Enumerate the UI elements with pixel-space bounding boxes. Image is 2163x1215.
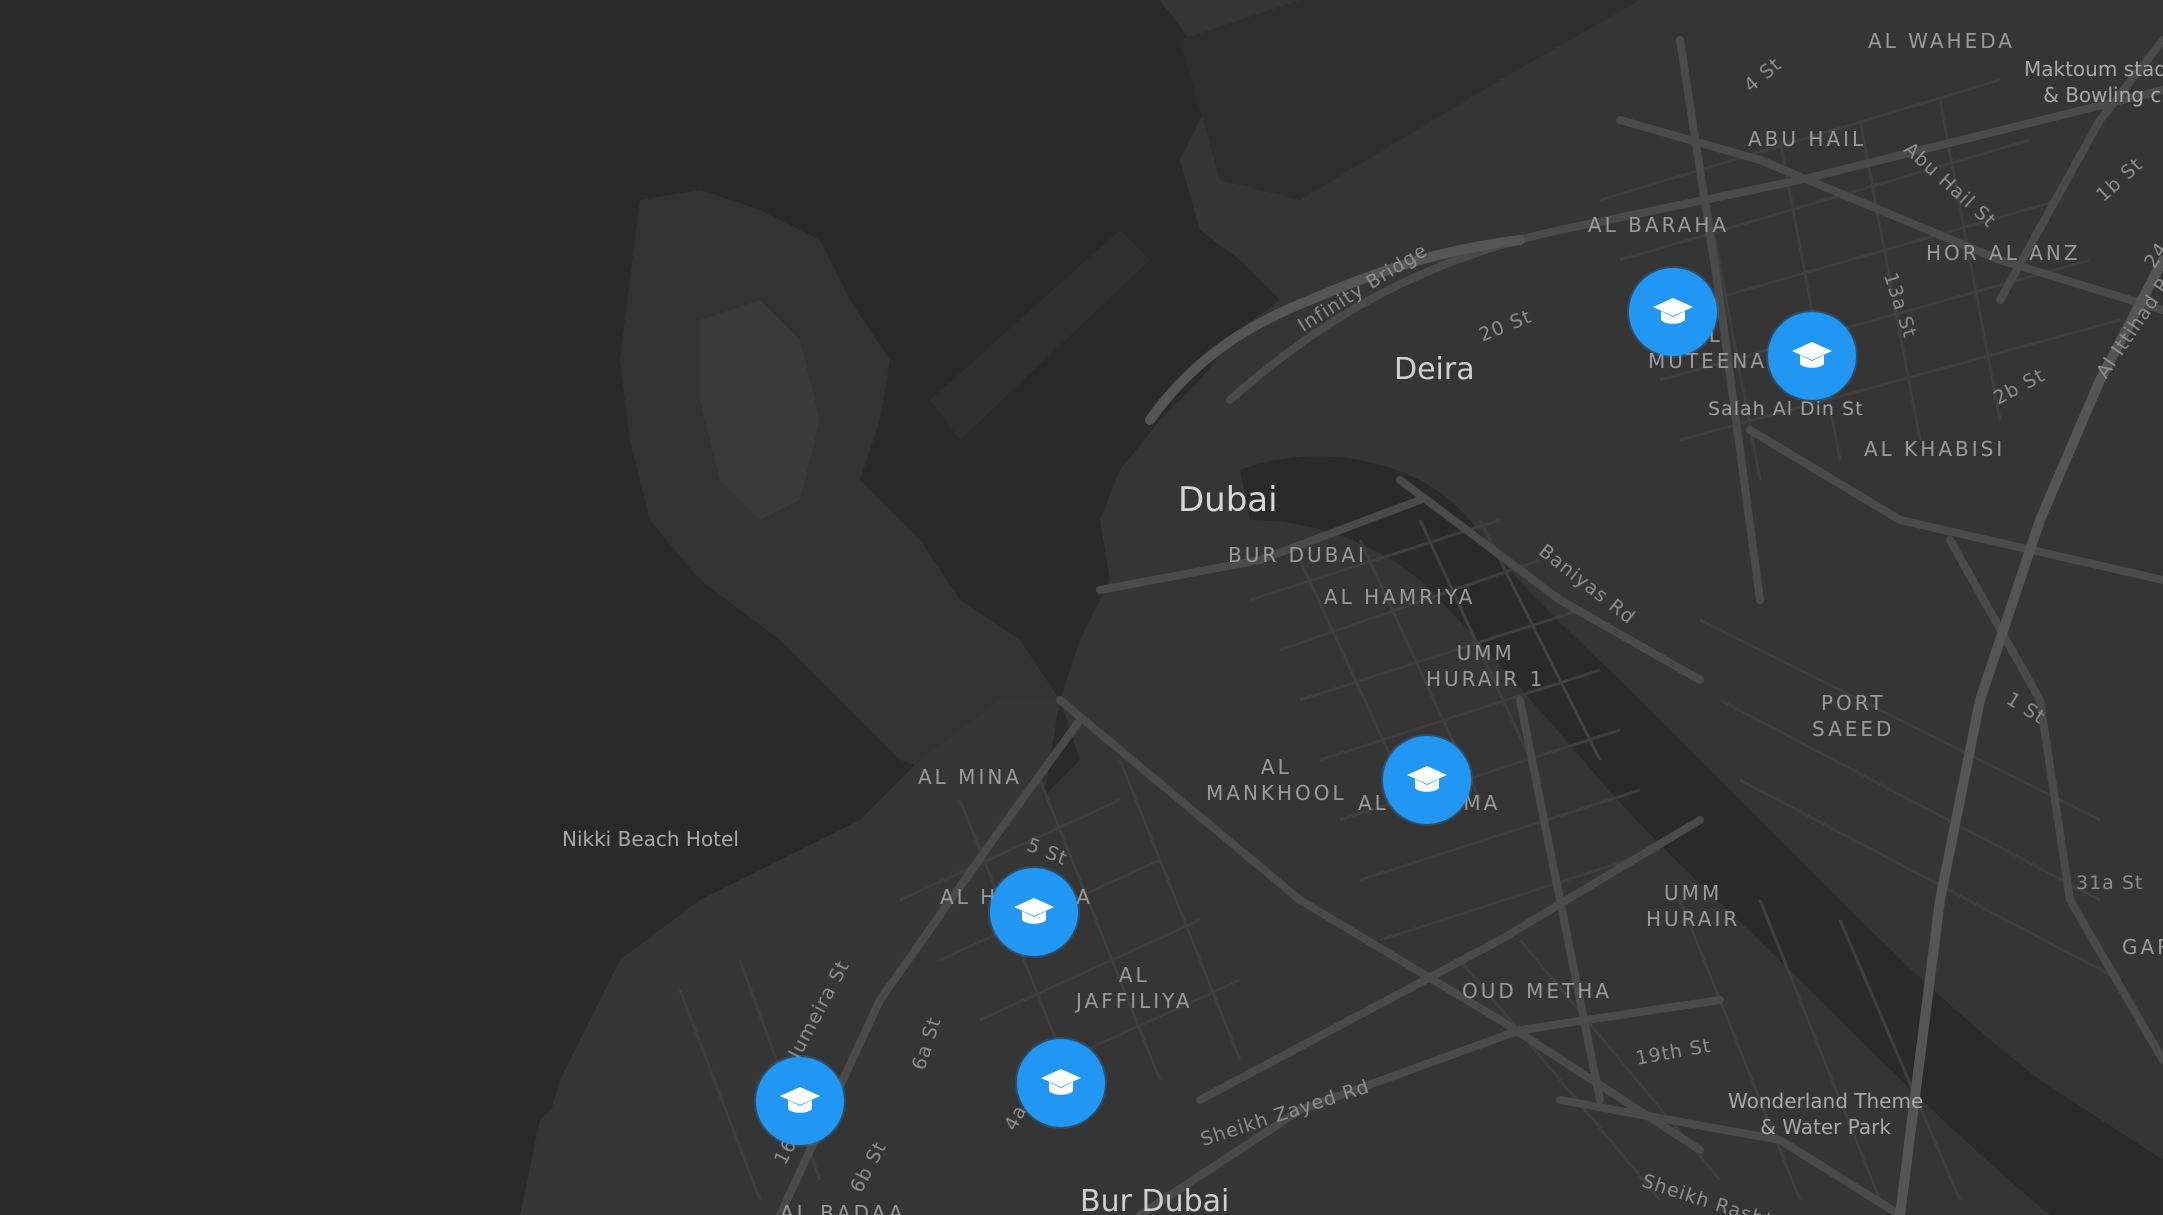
district-label-al-khabisi: AL KHABISI — [1864, 437, 2006, 461]
district-label-al-mankhool: AL MANKHOOL — [1206, 755, 1347, 805]
graduation-cap-icon — [1653, 298, 1693, 324]
district-label-bur-dubai: BUR DUBAI — [1228, 543, 1367, 567]
district-label-al-mina: AL MINA — [918, 765, 1022, 789]
district-label-umm-hurair-1: UMM HURAIR 1 — [1426, 641, 1546, 691]
district-label-oud-metha: OUD METHA — [1462, 979, 1612, 1003]
graduation-cap-icon — [1041, 1069, 1081, 1095]
graduation-cap-icon — [1407, 766, 1447, 792]
school-marker-al-karama[interactable] — [1383, 736, 1471, 824]
school-marker-al-hudaiba[interactable] — [990, 868, 1078, 956]
city-label-bur-dubai: Bur Dubai — [1080, 1184, 1230, 1215]
school-marker-al-jaffiliya[interactable] — [1017, 1039, 1105, 1127]
district-label-al-jaffiliya: AL JAFFILIYA — [1076, 963, 1193, 1013]
poi-label-nikki-beach-hotel: Nikki Beach Hotel — [562, 827, 739, 851]
district-label-port-saeed: PORT SAEED — [1812, 691, 1895, 741]
road-label-salah-al-din-st: Salah Al Din St — [1708, 398, 1864, 420]
graduation-cap-icon — [1014, 898, 1054, 924]
district-label-al-baraha: AL BARAHA — [1588, 213, 1730, 237]
city-label-deira: Deira — [1394, 352, 1475, 387]
graduation-cap-icon — [1792, 342, 1832, 368]
school-marker-salah-al-din[interactable] — [1768, 312, 1856, 400]
district-label-umm-hurair: UMM HURAIR — [1646, 881, 1741, 931]
city-label-dubai: Dubai — [1178, 480, 1278, 520]
school-marker-al-muteena[interactable] — [1629, 268, 1717, 356]
school-marker-jumeira[interactable] — [756, 1057, 844, 1145]
district-label-hor-al-anz: HOR AL ANZ — [1926, 241, 2081, 265]
poi-label-maktoum-stadium: Maktoum stad & Bowling cl — [2024, 57, 2163, 107]
district-label-al-garhoud: GAR — [2122, 935, 2163, 959]
map-canvas[interactable]: Dubai Deira Bur Dubai AL WAHEDA ABU HAIL… — [0, 0, 2163, 1215]
graduation-cap-icon — [780, 1087, 820, 1113]
district-label-al-hamriya: AL HAMRIYA — [1324, 585, 1476, 609]
district-label-al-waheda: AL WAHEDA — [1868, 29, 2015, 53]
district-label-al-badaa: AL BADAA — [780, 1201, 906, 1215]
district-label-abu-hail: ABU HAIL — [1748, 127, 1867, 151]
map-base-layer — [0, 0, 2163, 1215]
road-label-31a-st: 31a St — [2076, 872, 2144, 894]
poi-label-wonderland: Wonderland Theme & Water Park — [1728, 1089, 1924, 1139]
